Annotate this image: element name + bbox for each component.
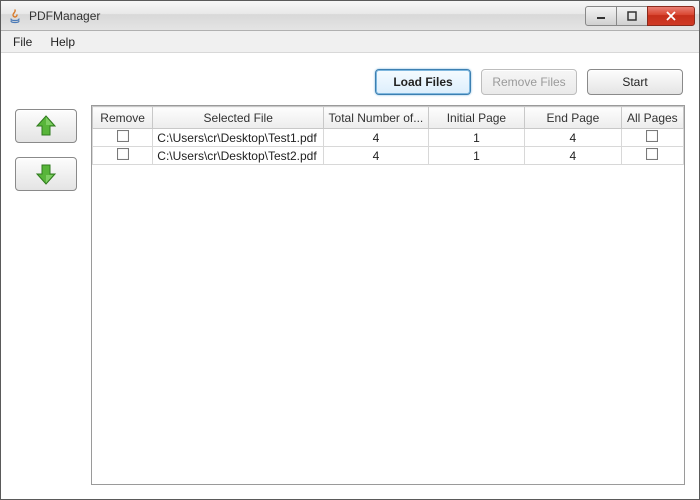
table-header: Remove Selected File Total Number of... … bbox=[93, 107, 684, 129]
table-empty-area bbox=[92, 165, 684, 484]
col-remove[interactable]: Remove bbox=[93, 107, 153, 129]
col-total-pages[interactable]: Total Number of... bbox=[324, 107, 429, 129]
files-table: Remove Selected File Total Number of... … bbox=[91, 105, 685, 485]
minimize-button[interactable] bbox=[585, 6, 617, 26]
table-row[interactable]: C:\Users\cr\Desktop\Test2.pdf414 bbox=[93, 147, 684, 165]
window-controls bbox=[586, 6, 695, 26]
cell-end[interactable]: 4 bbox=[525, 129, 621, 147]
cell-file[interactable]: C:\Users\cr\Desktop\Test1.pdf bbox=[153, 129, 324, 147]
java-app-icon bbox=[7, 8, 23, 24]
cell-all[interactable] bbox=[621, 129, 683, 147]
col-selected-file[interactable]: Selected File bbox=[153, 107, 324, 129]
cell-remove[interactable] bbox=[93, 147, 153, 165]
menu-file[interactable]: File bbox=[5, 33, 40, 51]
checkbox-icon[interactable] bbox=[646, 130, 658, 142]
remove-files-button[interactable]: Remove Files bbox=[481, 69, 577, 95]
cell-total[interactable]: 4 bbox=[324, 129, 429, 147]
close-button[interactable] bbox=[647, 6, 695, 26]
titlebar: PDFManager bbox=[1, 1, 699, 31]
cell-file[interactable]: C:\Users\cr\Desktop\Test2.pdf bbox=[153, 147, 324, 165]
main-row: Remove Selected File Total Number of... … bbox=[15, 105, 685, 485]
table-row[interactable]: C:\Users\cr\Desktop\Test1.pdf414 bbox=[93, 129, 684, 147]
cell-end[interactable]: 4 bbox=[525, 147, 621, 165]
app-window: PDFManager File Help Load Files Remove F… bbox=[0, 0, 700, 500]
checkbox-icon[interactable] bbox=[117, 130, 129, 142]
reorder-controls bbox=[15, 105, 79, 485]
cell-remove[interactable] bbox=[93, 129, 153, 147]
col-all-pages[interactable]: All Pages bbox=[621, 107, 683, 129]
load-files-button[interactable]: Load Files bbox=[375, 69, 471, 95]
cell-initial[interactable]: 1 bbox=[428, 129, 524, 147]
col-end-page[interactable]: End Page bbox=[525, 107, 621, 129]
move-down-button[interactable] bbox=[15, 157, 77, 191]
start-button[interactable]: Start bbox=[587, 69, 683, 95]
window-title: PDFManager bbox=[29, 9, 586, 23]
cell-total[interactable]: 4 bbox=[324, 147, 429, 165]
menubar: File Help bbox=[1, 31, 699, 53]
checkbox-icon[interactable] bbox=[646, 148, 658, 160]
cell-all[interactable] bbox=[621, 147, 683, 165]
move-up-button[interactable] bbox=[15, 109, 77, 143]
arrow-up-icon bbox=[33, 113, 59, 139]
maximize-button[interactable] bbox=[616, 6, 648, 26]
toolbar: Load Files Remove Files Start bbox=[15, 63, 685, 105]
col-initial-page[interactable]: Initial Page bbox=[428, 107, 524, 129]
arrow-down-icon bbox=[33, 161, 59, 187]
content-area: Load Files Remove Files Start bbox=[1, 53, 699, 499]
cell-initial[interactable]: 1 bbox=[428, 147, 524, 165]
checkbox-icon[interactable] bbox=[117, 148, 129, 160]
table-body: C:\Users\cr\Desktop\Test1.pdf414C:\Users… bbox=[93, 129, 684, 165]
menu-help[interactable]: Help bbox=[42, 33, 83, 51]
